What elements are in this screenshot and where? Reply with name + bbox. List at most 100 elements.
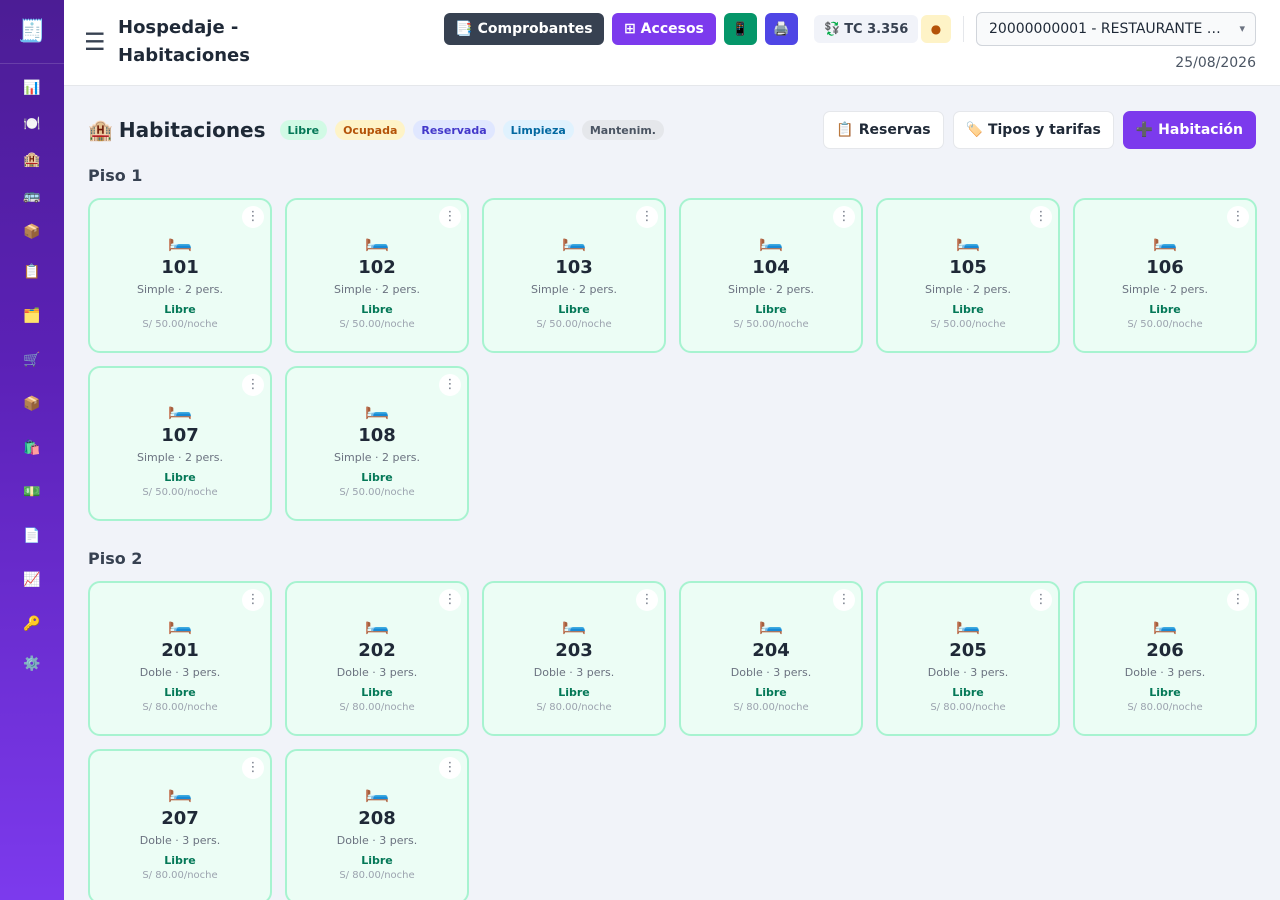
section-title: 🏨 Habitaciones	[88, 118, 266, 142]
room-card[interactable]: ⋮ 🛏️ 105 Simple · 2 pers. Libre S/ 50.00/noch…	[876, 198, 1060, 353]
sidebar-item-cart[interactable]: 🛒	[0, 338, 64, 382]
room-card[interactable]: ⋮ 🛏️ 206 Doble · 3 pers. Libre S/ 80.00/noche	[1073, 581, 1257, 736]
more-options-icon[interactable]: ⋮	[242, 206, 264, 228]
room-card[interactable]: ⋮ 🛏️ 107 Simple · 2 pers. Libre S/ 50.00/noch…	[88, 366, 272, 521]
room-type: Simple · 2 pers.	[727, 283, 815, 296]
room-grid: ⋮ 🛏️ 101 Simple · 2 pers. Libre S/ 50.00/noch…	[88, 198, 1257, 521]
clipboard-icon: 📋	[23, 264, 41, 280]
room-type: Doble · 3 pers.	[336, 834, 418, 847]
legend-badge-reservada: Reservada	[413, 120, 495, 140]
room-number: 102	[358, 257, 396, 278]
room-card[interactable]: ⋮ 🛏️ 101 Simple · 2 pers. Libre S/ 50.00/noch…	[88, 198, 272, 353]
more-options-icon[interactable]: ⋮	[439, 757, 461, 779]
room-card[interactable]: ⋮ 🛏️ 205 Doble · 3 pers. Libre S/ 80.00/noche	[876, 581, 1060, 736]
more-options-icon[interactable]: ⋮	[439, 206, 461, 228]
room-card[interactable]: ⋮ 🛏️ 102 Simple · 2 pers. Libre S/ 50.00/noch…	[285, 198, 469, 353]
room-price: S/ 50.00/noche	[339, 319, 415, 330]
tipos-tarifas-button[interactable]: 🏷️ Tipos y tarifas	[952, 111, 1114, 149]
room-price: S/ 80.00/noche	[930, 702, 1006, 713]
room-type: Simple · 2 pers.	[924, 283, 1012, 296]
menu-toggle-icon[interactable]: ☰	[84, 30, 106, 54]
more-options-icon[interactable]: ⋮	[636, 206, 658, 228]
room-type: Doble · 3 pers.	[533, 666, 615, 679]
more-options-icon[interactable]: ⋮	[1030, 206, 1052, 228]
more-options-icon[interactable]: ⋮	[833, 589, 855, 611]
sidebar-item-settings[interactable]: ⚙️	[0, 646, 64, 682]
sidebar-item-trend[interactable]: 📈	[0, 558, 64, 602]
room-card[interactable]: ⋮ 🛏️ 108 Simple · 2 pers. Libre S/ 50.00/noch…	[285, 366, 469, 521]
legend-badge-libre: Libre	[279, 120, 328, 140]
more-options-icon[interactable]: ⋮	[439, 374, 461, 396]
room-card[interactable]: ⋮ 🛏️ 106 Simple · 2 pers. Libre S/ 50.00/noch…	[1073, 198, 1257, 353]
room-card[interactable]: ⋮ 🛏️ 202 Doble · 3 pers. Libre S/ 80.00/noche	[285, 581, 469, 736]
hotel-icon: 🏨	[88, 118, 113, 142]
room-card[interactable]: ⋮ 🛏️ 104 Simple · 2 pers. Libre S/ 50.00/noch…	[679, 198, 863, 353]
rooms-toolbar: 🏨 Habitaciones Libre Ocupada Reservada Limp…	[88, 110, 1256, 150]
accesos-button[interactable]: ⊞ Accesos	[612, 13, 716, 45]
room-type: Simple · 2 pers.	[136, 451, 224, 464]
sidebar-item-chart[interactable]: 📊	[0, 70, 64, 106]
sidebar-item-clipboard[interactable]: 📋	[0, 250, 64, 294]
sidebar-item-restaurant[interactable]: 🍽️	[0, 106, 64, 142]
room-card[interactable]: ⋮ 🛏️ 207 Doble · 3 pers. Libre S/ 80.00/noche	[88, 749, 272, 900]
sidebar-item-inventory[interactable]: 📦	[0, 382, 64, 426]
room-status: Libre	[361, 854, 393, 867]
room-type: Simple · 2 pers.	[136, 283, 224, 296]
room-number: 107	[161, 425, 199, 446]
sidebar-item-shopping-bag[interactable]: 🛍️	[0, 426, 64, 470]
exchange-icon: 💱	[824, 21, 841, 37]
room-card[interactable]: ⋮ 🛏️ 201 Doble · 3 pers. Libre S/ 80.00/noche	[88, 581, 272, 736]
room-type: Simple · 2 pers.	[333, 283, 421, 296]
more-options-icon[interactable]: ⋮	[636, 589, 658, 611]
room-price: S/ 50.00/noche	[1127, 319, 1203, 330]
comprobantes-button[interactable]: 📑 Comprobantes	[444, 13, 604, 45]
sidebar-item-document[interactable]: 📄	[0, 514, 64, 558]
room-price: S/ 80.00/noche	[339, 870, 415, 881]
room-card[interactable]: ⋮ 🛏️ 203 Doble · 3 pers. Libre S/ 80.00/noche	[482, 581, 666, 736]
room-card[interactable]: ⋮ 🛏️ 208 Doble · 3 pers. Libre S/ 80.00/noche	[285, 749, 469, 900]
bed-icon: 🛏️	[758, 228, 784, 252]
more-options-icon[interactable]: ⋮	[1227, 589, 1249, 611]
room-status: Libre	[164, 854, 196, 867]
bed-icon: 🛏️	[364, 228, 390, 252]
room-card[interactable]: ⋮ 🛏️ 204 Doble · 3 pers. Libre S/ 80.00/noche	[679, 581, 863, 736]
bed-icon: 🛏️	[955, 611, 981, 635]
more-options-icon[interactable]: ⋮	[242, 589, 264, 611]
more-options-icon[interactable]: ⋮	[242, 374, 264, 396]
room-price: S/ 80.00/noche	[1127, 702, 1203, 713]
chevron-down-icon: ▾	[1239, 22, 1245, 35]
sidebar-item-folder[interactable]: 🗂️	[0, 294, 64, 338]
room-price: S/ 80.00/noche	[536, 702, 612, 713]
room-card[interactable]: ⋮ 🛏️ 103 Simple · 2 pers. Libre S/ 50.00/noch…	[482, 198, 666, 353]
app-logo-icon[interactable]: 🧾	[0, 0, 64, 64]
trend-icon: 📈	[23, 572, 41, 588]
sidebar-item-hotel[interactable]: 🏨	[0, 142, 64, 178]
room-price: S/ 80.00/noche	[339, 702, 415, 713]
company-select[interactable]: 20000000001 - RESTAURANTE EL SABOR ▾	[976, 12, 1256, 46]
sidebar-item-package[interactable]: 📦	[0, 214, 64, 250]
status-indicator[interactable]: ●	[921, 15, 951, 43]
page-title: Hospedaje - Habitaciones	[118, 17, 250, 66]
print-button[interactable]: 🖨️	[765, 13, 798, 45]
more-options-icon[interactable]: ⋮	[1030, 589, 1052, 611]
bed-icon: 🛏️	[364, 611, 390, 635]
room-type: Doble · 3 pers.	[139, 666, 221, 679]
more-options-icon[interactable]: ⋮	[1227, 206, 1249, 228]
add-room-button[interactable]: ➕ Habitación	[1122, 111, 1256, 149]
exchange-rate-badge: 💱 TC 3.356	[814, 15, 919, 43]
reservas-button[interactable]: 📋 Reservas	[823, 111, 944, 149]
more-options-icon[interactable]: ⋮	[833, 206, 855, 228]
sidebar-item-key[interactable]: 🔑	[0, 602, 64, 646]
dot-icon: ●	[930, 22, 942, 36]
more-options-icon[interactable]: ⋮	[242, 757, 264, 779]
sidebar-item-bus[interactable]: 🚌	[0, 178, 64, 214]
floors-container: Piso 1 ⋮ 🛏️ 101 Simple · 2 pers. Libre S/ 50.0…	[88, 166, 1257, 900]
header-divider	[963, 16, 964, 42]
room-type: Simple · 2 pers.	[1121, 283, 1209, 296]
room-price: S/ 50.00/noche	[339, 487, 415, 498]
mobile-button[interactable]: 📱	[724, 13, 757, 45]
bed-icon: 🛏️	[1152, 228, 1178, 252]
sidebar-item-cash[interactable]: 💵	[0, 470, 64, 514]
more-options-icon[interactable]: ⋮	[439, 589, 461, 611]
floor-section: Piso 2 ⋮ 🛏️ 201 Doble · 3 pers. Libre S/ 80.00…	[88, 549, 1257, 900]
